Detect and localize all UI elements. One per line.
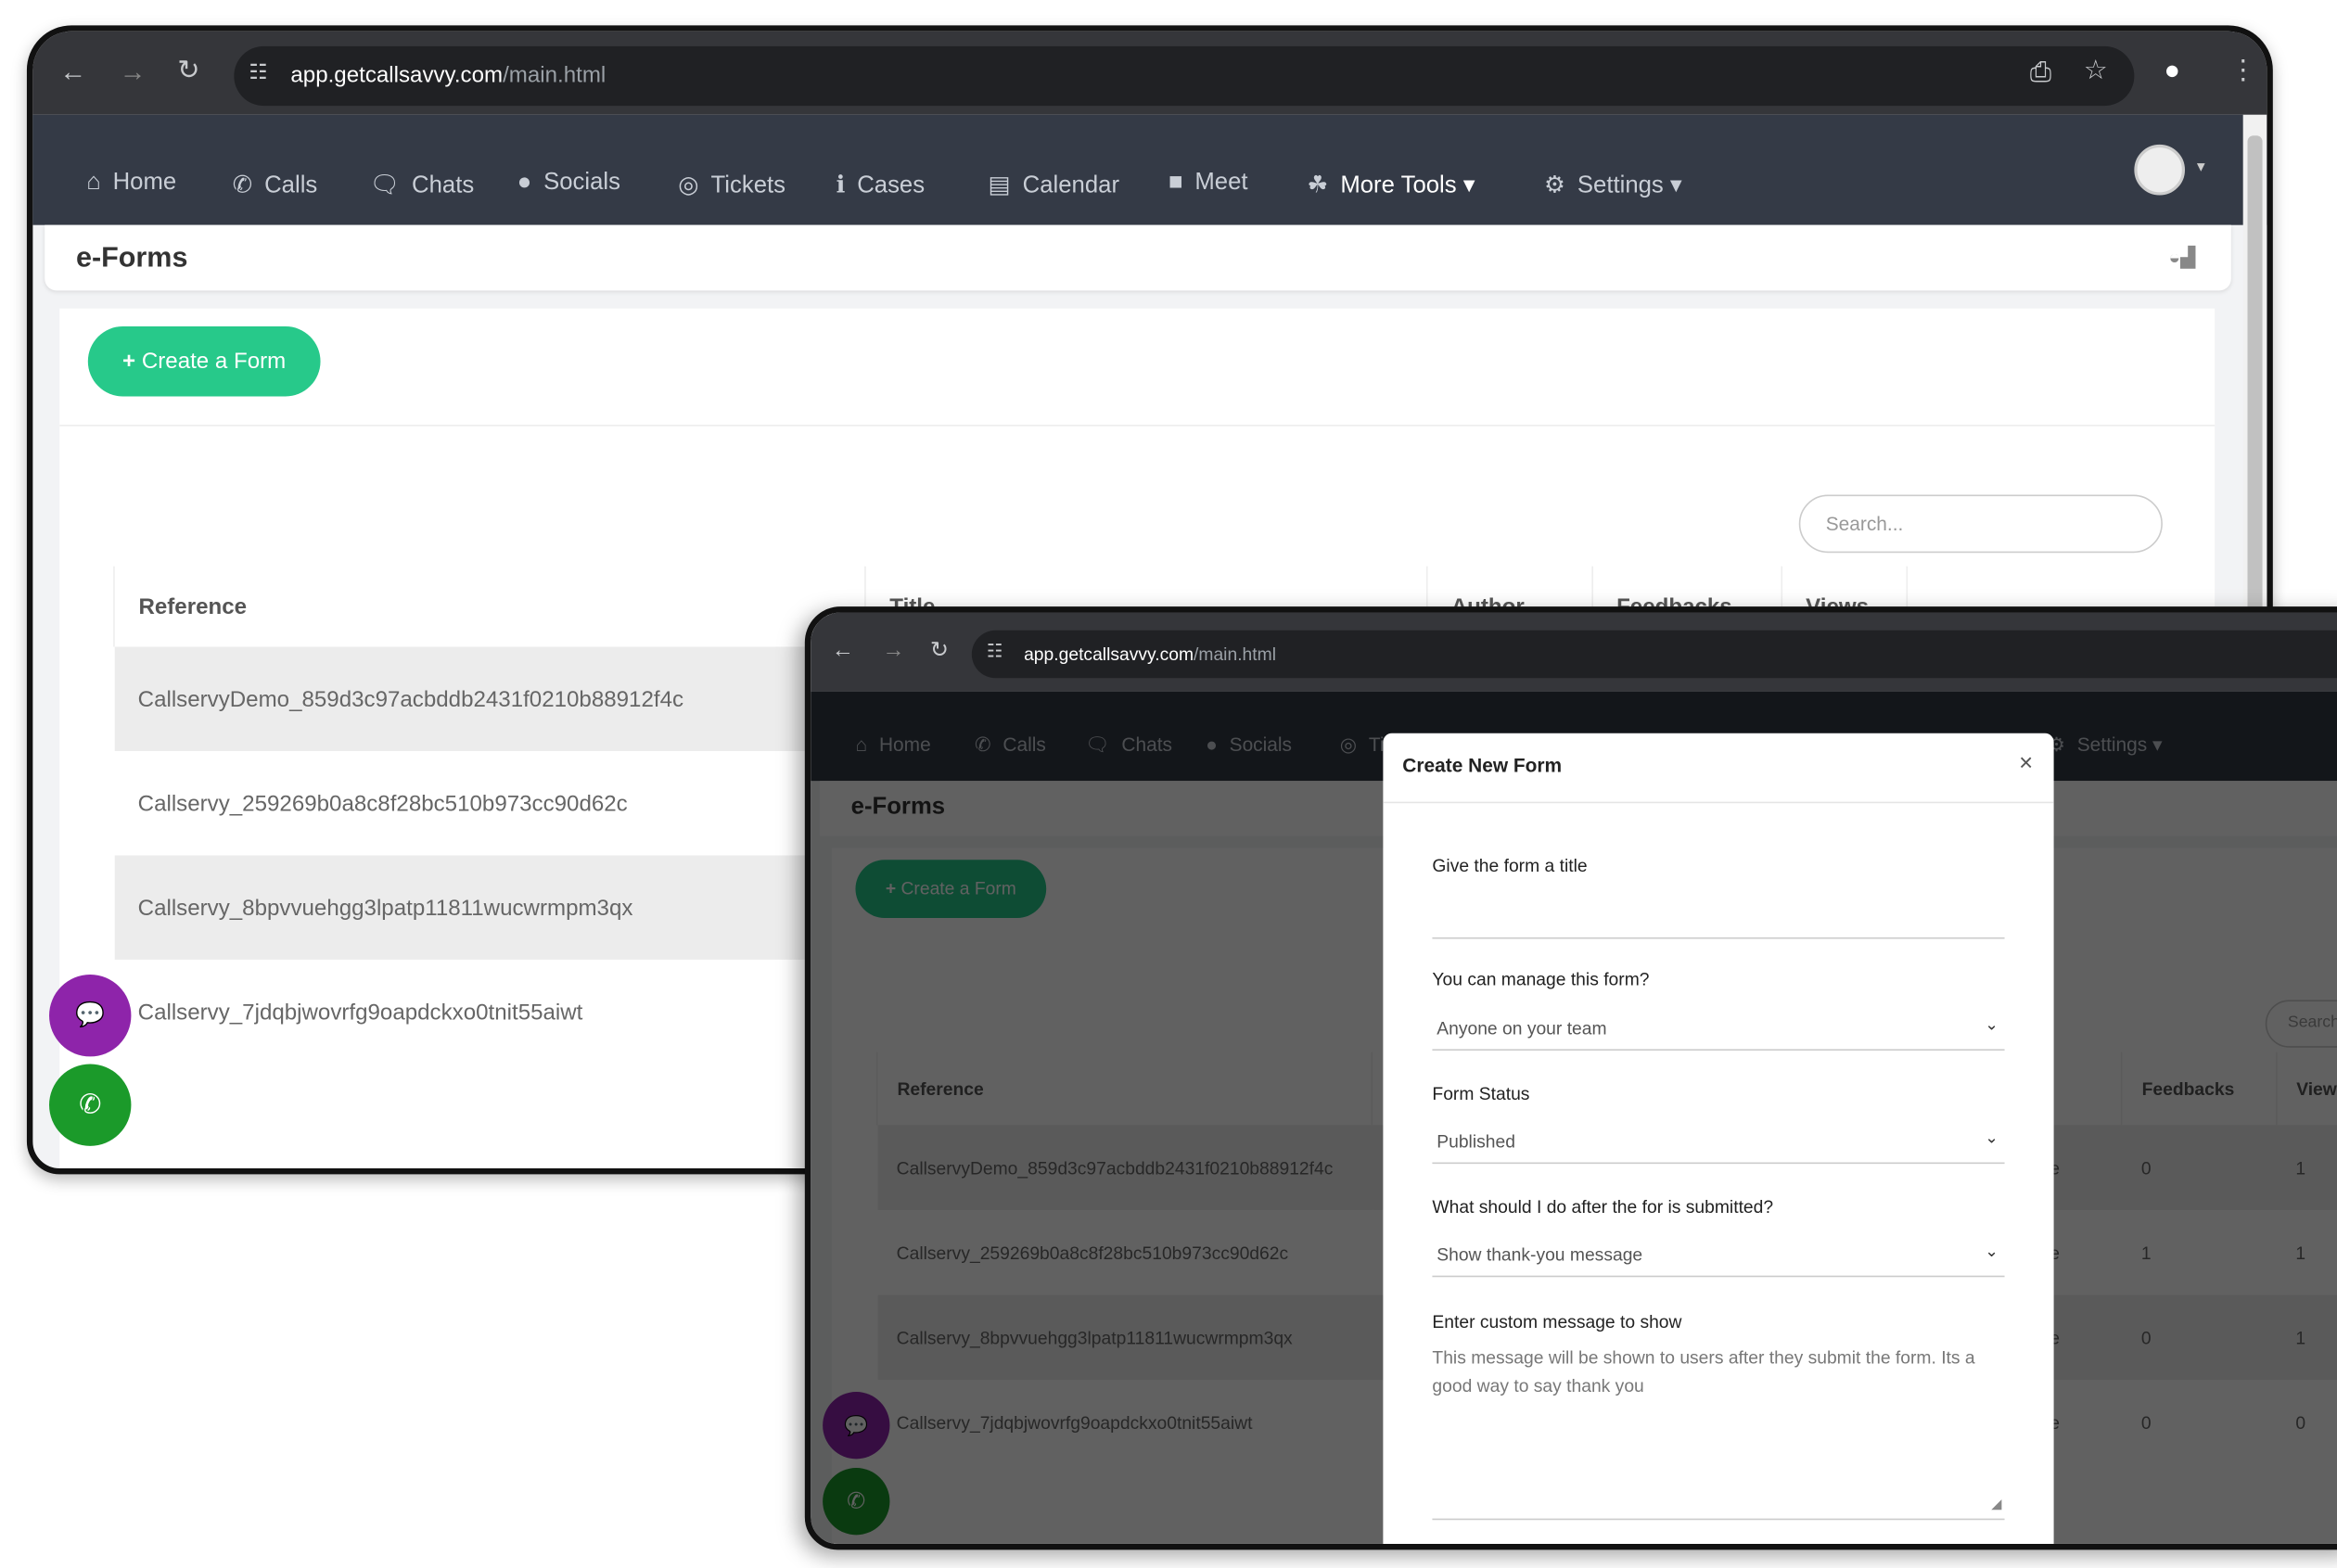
url-path: /main.html <box>503 62 607 88</box>
url-host: app.getcallsavvy.com <box>290 62 504 88</box>
nav-item-label: Chats <box>412 172 475 198</box>
back-icon[interactable]: ← <box>59 57 86 88</box>
custom-message-textarea[interactable]: This message will be shown to users afte… <box>1432 1345 2005 1521</box>
reload-icon[interactable]: ↻ <box>177 55 199 86</box>
nav-item-chats[interactable]: 🗨 Chats <box>370 170 475 199</box>
forward-icon[interactable]: → <box>882 638 904 663</box>
nav-item-label: Socials <box>543 170 620 196</box>
nav-item-label: Tickets <box>710 172 786 198</box>
search-placeholder: Search... <box>1825 512 1904 535</box>
column-header[interactable]: Reference <box>113 566 865 647</box>
nav-item-label: Meet <box>1194 170 1248 196</box>
create-form-button[interactable]: + Create a Form <box>87 325 321 397</box>
phone-icon: ✆ <box>232 172 253 198</box>
comments-icon: ● <box>517 170 532 196</box>
nav-item-label: Cases <box>857 172 926 198</box>
chevron-down-icon: ⌄ <box>1985 1129 1999 1148</box>
reference-cell[interactable]: CallservyDemo_859d3c97acbddb2431f0210b88… <box>114 646 865 750</box>
calendar-icon: ▤ <box>988 172 1011 198</box>
chevron-down-icon: ⌄ <box>1985 1243 1999 1261</box>
form-title-input[interactable] <box>1432 894 2005 939</box>
plus-icon: + <box>122 349 136 375</box>
address-bar[interactable]: ☷ app.getcallsavvy.com/main.html <box>234 45 2135 107</box>
status-label: Form Status <box>1432 1083 1530 1104</box>
main-nav: ⌂ Home ✆ Calls 🗨 Chats ● Socials ◎ Tickets ℹ Cases ▤… <box>32 114 2267 225</box>
video-icon: ■ <box>1168 170 1183 196</box>
back-icon[interactable]: ← <box>832 638 854 663</box>
after-submit-label: What should I do after the for is submit… <box>1432 1196 1774 1218</box>
phone-fab-button[interactable]: ✆ <box>49 1064 132 1146</box>
nav-item-label: Settings ▾ <box>1577 172 1682 198</box>
create-form-modal: Create New Form × Give the form a title … <box>1383 733 2054 1544</box>
info-icon: ℹ <box>836 172 846 198</box>
profile-icon[interactable]: ● <box>2165 55 2180 86</box>
search-input[interactable]: Search... <box>1798 494 2163 554</box>
nav-item-label: More Tools ▾ <box>1340 172 1475 198</box>
chat-icon: 🗨 <box>369 172 401 198</box>
user-avatar[interactable] <box>2134 144 2186 196</box>
form-title-label: Give the form a title <box>1432 855 1588 876</box>
menu-kebab-icon[interactable]: ⋮ <box>2229 55 2256 86</box>
nav-item-socials[interactable]: ● Socials <box>517 170 620 197</box>
signal-icon: ◒▟ <box>2168 246 2196 269</box>
browser-window-front: ← → ↻ ☷ app.getcallsavvy.com/main.html ⌂… <box>804 606 2337 1550</box>
bookmark-star-icon[interactable]: ☆ <box>2084 55 2108 86</box>
modal-title: Create New Form <box>1383 733 2054 804</box>
nav-item-more[interactable]: ☘ More Tools ▾ <box>1307 170 1475 199</box>
nav-item-meet[interactable]: ■ Meet <box>1168 170 1248 197</box>
home-icon: ⌂ <box>86 170 101 196</box>
manage-value: Anyone on your team <box>1437 1017 1607 1039</box>
chevron-down-icon: ⌄ <box>1985 1016 1999 1035</box>
nav-item-calls[interactable]: ✆ Calls <box>233 170 318 199</box>
status-value: Published <box>1437 1130 1515 1153</box>
nav-item-calendar[interactable]: ▤ Calendar <box>989 170 1120 199</box>
reload-icon[interactable]: ↻ <box>930 636 949 663</box>
reference-cell[interactable]: Callservy_259269b0a8c8f28bc510b973cc90d6… <box>114 751 865 855</box>
forward-icon[interactable]: → <box>120 57 147 88</box>
nav-item-label: Calendar <box>1022 172 1120 198</box>
browser-toolbar: ← → ↻ ☷ app.getcallsavvy.com/main.html <box>811 612 2337 692</box>
manage-label: You can manage this form? <box>1432 968 1650 990</box>
create-form-label: Create a Form <box>141 349 287 375</box>
nav-item-cases[interactable]: ℹ Cases <box>836 170 926 199</box>
page-title: e-Forms <box>75 242 188 274</box>
nav-item-label: Home <box>112 170 177 196</box>
nav-item-label: Calls <box>264 172 318 198</box>
reference-cell[interactable]: Callservy_7jdqbjwovrfg9oapdckxo0tnit55ai… <box>114 960 865 1064</box>
nav-item-tickets[interactable]: ◎ Tickets <box>678 170 785 199</box>
close-icon[interactable]: × <box>2019 751 2033 778</box>
avatar-caret-icon[interactable]: ▾ <box>2197 157 2205 175</box>
gears-icon: ⚙ <box>1543 172 1566 198</box>
after-submit-select[interactable]: Show thank-you message ⌄ <box>1432 1232 2005 1278</box>
install-icon[interactable]: ⎙ <box>2030 57 2051 88</box>
reference-cell[interactable]: Callservy_8bpvvuehgg3lpatp11811wucwrmpm3… <box>114 855 865 959</box>
browser-toolbar: ← → ↻ ☷ app.getcallsavvy.com/main.html ⎙… <box>32 31 2267 115</box>
nav-item-home[interactable]: ⌂ Home <box>86 170 176 197</box>
custom-message-placeholder: This message will be shown to users afte… <box>1432 1346 1975 1396</box>
address-bar[interactable]: ☷ app.getcallsavvy.com/main.html <box>971 630 2337 679</box>
after-submit-value: Show thank-you message <box>1437 1243 1643 1266</box>
url-host: app.getcallsavvy.com <box>1024 644 1194 665</box>
status-select[interactable]: Published ⌄ <box>1432 1119 2005 1165</box>
url-path: /main.html <box>1194 644 1277 665</box>
nav-item-settings[interactable]: ⚙ Settings ▾ <box>1544 170 1682 199</box>
chat-fab-button[interactable]: 💬 <box>49 975 132 1057</box>
custom-message-label: Enter custom message to show <box>1432 1311 1682 1332</box>
resize-handle-icon[interactable]: ◢ <box>1991 1490 2001 1519</box>
lifebuoy-icon: ◎ <box>678 172 699 198</box>
cubes-icon: ☘ <box>1307 172 1329 198</box>
site-settings-icon[interactable]: ☷ <box>249 59 267 84</box>
manage-select[interactable]: Anyone on your team ⌄ <box>1432 1006 2005 1052</box>
site-settings-icon[interactable]: ☷ <box>987 641 1002 661</box>
page-header: e-Forms ◒▟ <box>45 224 2231 291</box>
